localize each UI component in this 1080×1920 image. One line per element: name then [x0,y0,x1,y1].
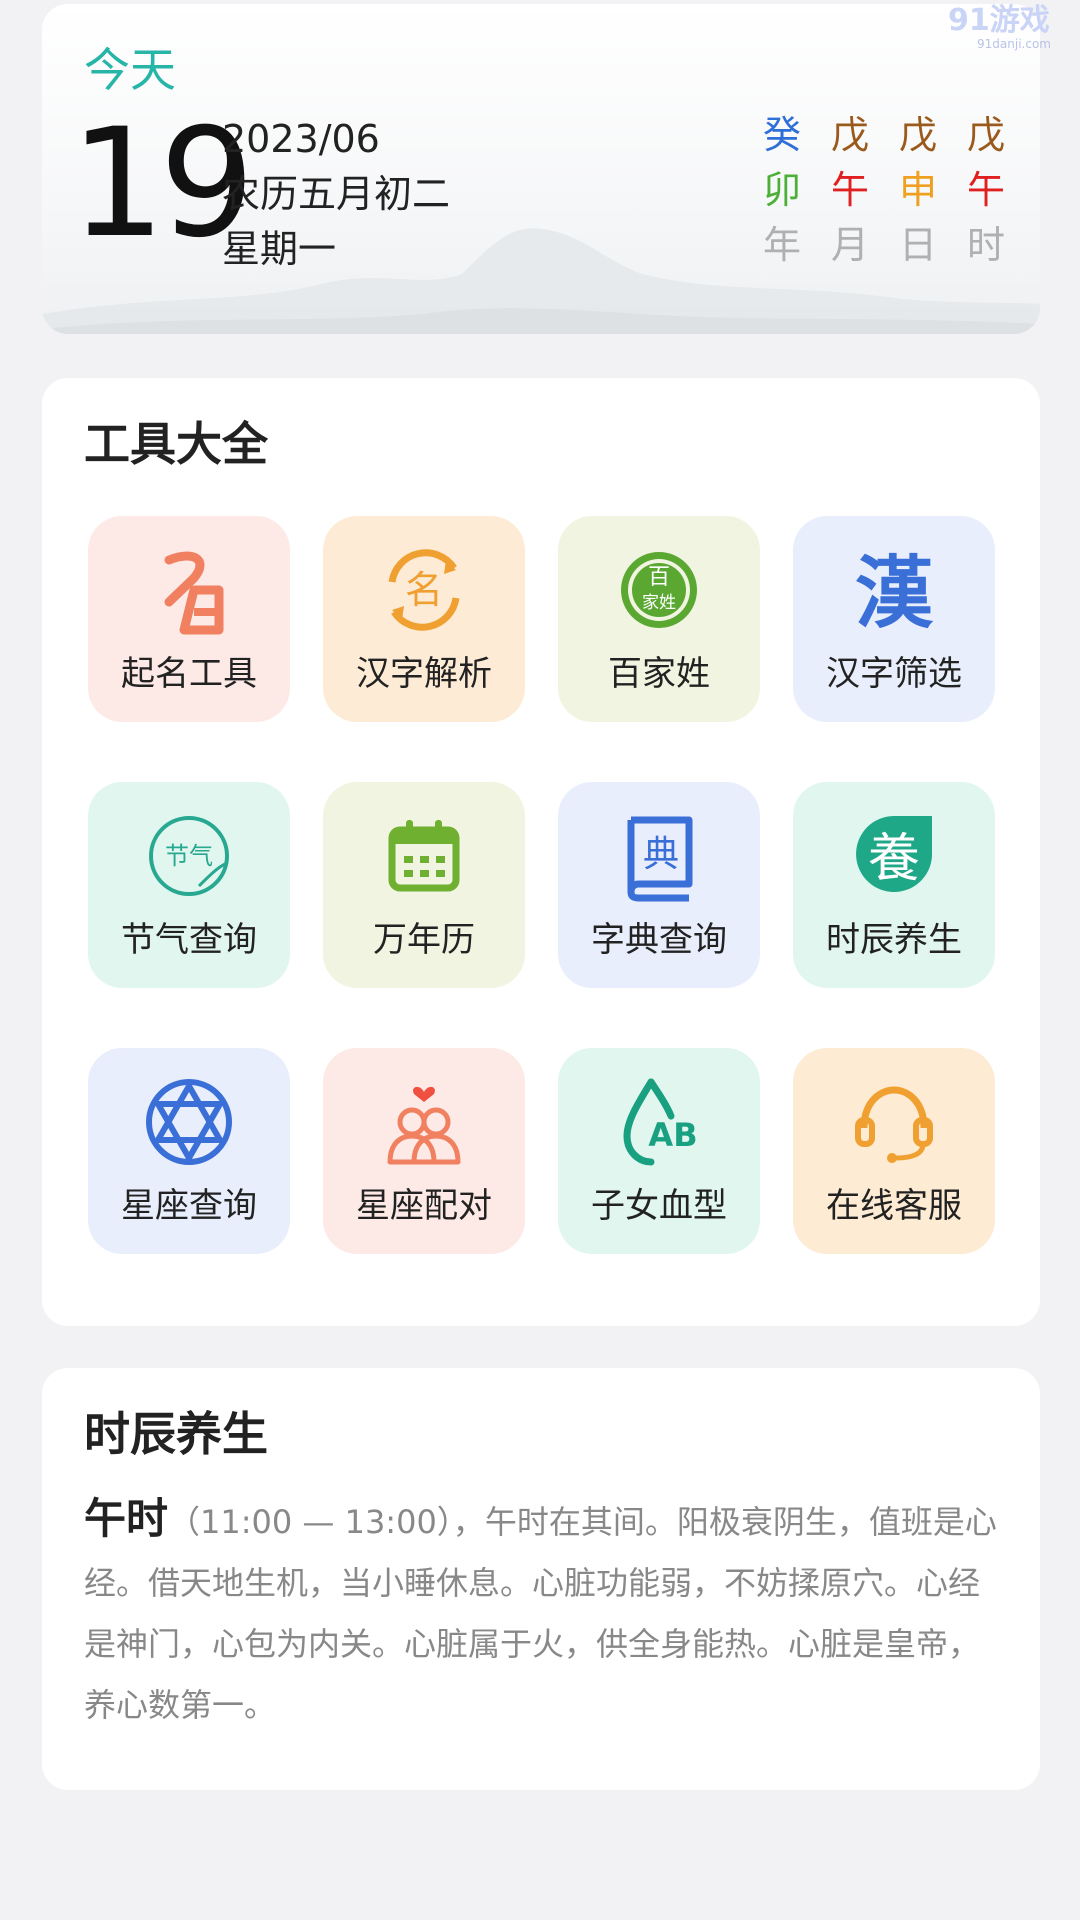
watermark-logo: 91游戏 91danji.com [948,3,1051,51]
tool-blood-type[interactable]: AB 子女血型 [558,1048,760,1254]
char-filter-glyph: 漢 [855,549,934,639]
watermark-main: 91游戏 [948,3,1050,38]
tool-char-filter[interactable]: 漢 汉字筛选 [793,516,995,722]
char-analysis-icon: 名 [388,549,460,631]
tool-dictionary[interactable]: 典 字典查询 [558,782,760,988]
ganzhi-label: 月 [830,223,869,267]
tool-label: 节气查询 [121,920,257,960]
date-info: 2023/06 农历五月初二 星期一 [222,112,450,277]
naming-icon [164,551,224,635]
watermark-sub: 91danji.com [977,37,1051,51]
health-title: 时辰养生 [84,1407,268,1461]
headset-icon [855,1086,933,1163]
tool-label: 万年历 [373,920,475,960]
calendar-icon [388,820,460,892]
tools-title: 工具大全 [84,417,268,471]
tool-label: 汉字筛选 [826,654,962,694]
tool-label: 子女血型 [591,1186,727,1226]
blood-drop-icon: AB [623,1078,698,1166]
hour-name: 午时 [84,1494,169,1543]
hour-range: （11:00 — 13:00）， [168,1503,485,1541]
hexagram-star-icon [146,1079,232,1165]
health-card: 时辰养生 午时（11:00 — 13:00），午时在其间。阳极衰阴生，值班是心经… [42,1368,1040,1790]
tool-match[interactable]: 星座配对 [323,1048,525,1254]
today-label: 今天 [84,43,176,97]
dictionary-icon: 典 [627,816,693,902]
ganzhi-branch: 申 [898,168,937,212]
ganzhi-branch: 午 [830,168,869,212]
ganzhi-hour: 戊 午 时 [956,108,1016,273]
ganzhi-stem: 戊 [898,113,937,157]
ganzhi-day: 戊 申 日 [888,108,948,273]
ganzhi-stem: 癸 [762,113,801,157]
tool-constellation[interactable]: 星座查询 [88,1048,290,1254]
blood-glyph: AB [648,1116,697,1154]
ganzhi-label: 时 [966,223,1005,267]
tool-label: 星座查询 [121,1186,257,1226]
tool-label: 时辰养生 [826,920,962,960]
ganzhi-label: 日 [898,223,937,267]
tool-naming[interactable]: 起名工具 [88,516,290,722]
wellness-icon: 養 [856,816,932,892]
tool-label: 起名工具 [121,654,257,694]
tool-calendar[interactable]: 万年历 [323,782,525,988]
solar-term-glyph: 节气 [165,842,213,870]
wellness-glyph: 養 [868,829,920,889]
tool-label: 汉字解析 [356,654,492,694]
tool-label: 百家姓 [608,654,710,694]
ganzhi-month: 戊 午 月 [820,108,880,273]
today-card: 今天 19 2023/06 农历五月初二 星期一 癸 卯 年 戊 午 月 戊 申… [42,4,1040,334]
surname-glyph-bottom: 家姓 [642,593,676,613]
tool-char-analysis[interactable]: 名 汉字解析 [323,516,525,722]
ganzhi-stem: 戊 [830,113,869,157]
ganzhi-branch: 午 [966,168,1005,212]
year-month: 2023/06 [222,117,380,161]
couple-icon [387,1086,461,1165]
tool-surname[interactable]: 百 家姓 百家姓 [558,516,760,722]
ganzhi-branch: 卯 [762,168,801,212]
lunar-date: 农历五月初二 [222,172,451,216]
tool-solar-term[interactable]: 节气 节气查询 [88,782,290,988]
dictionary-glyph: 典 [643,834,679,875]
ganzhi-year: 癸 卯 年 [752,108,812,273]
tools-card: 工具大全 起名工具 名 汉字解析 百 家姓 百家姓 漢 汉字筛选 节气 节气查询… [42,378,1040,1326]
tool-label: 星座配对 [356,1186,492,1226]
char-analysis-glyph: 名 [405,568,443,612]
char-filter-icon: 漢 [855,549,934,639]
surname-glyph-top: 百 [648,565,670,590]
tool-label: 字典查询 [591,920,727,960]
weekday: 星期一 [222,227,337,271]
solar-term-icon: 节气 [149,816,229,896]
ganzhi-label: 年 [762,223,801,267]
tool-label: 在线客服 [826,1186,962,1226]
ganzhi-stem: 戊 [966,113,1005,157]
tool-wellness[interactable]: 養 时辰养生 [793,782,995,988]
health-description: 午时（11:00 — 13:00），午时在其间。阳极衰阴生，值班是心经。借天地生… [84,1488,1004,1736]
surname-icon: 百 家姓 [621,552,697,628]
tool-service[interactable]: 在线客服 [793,1048,995,1254]
